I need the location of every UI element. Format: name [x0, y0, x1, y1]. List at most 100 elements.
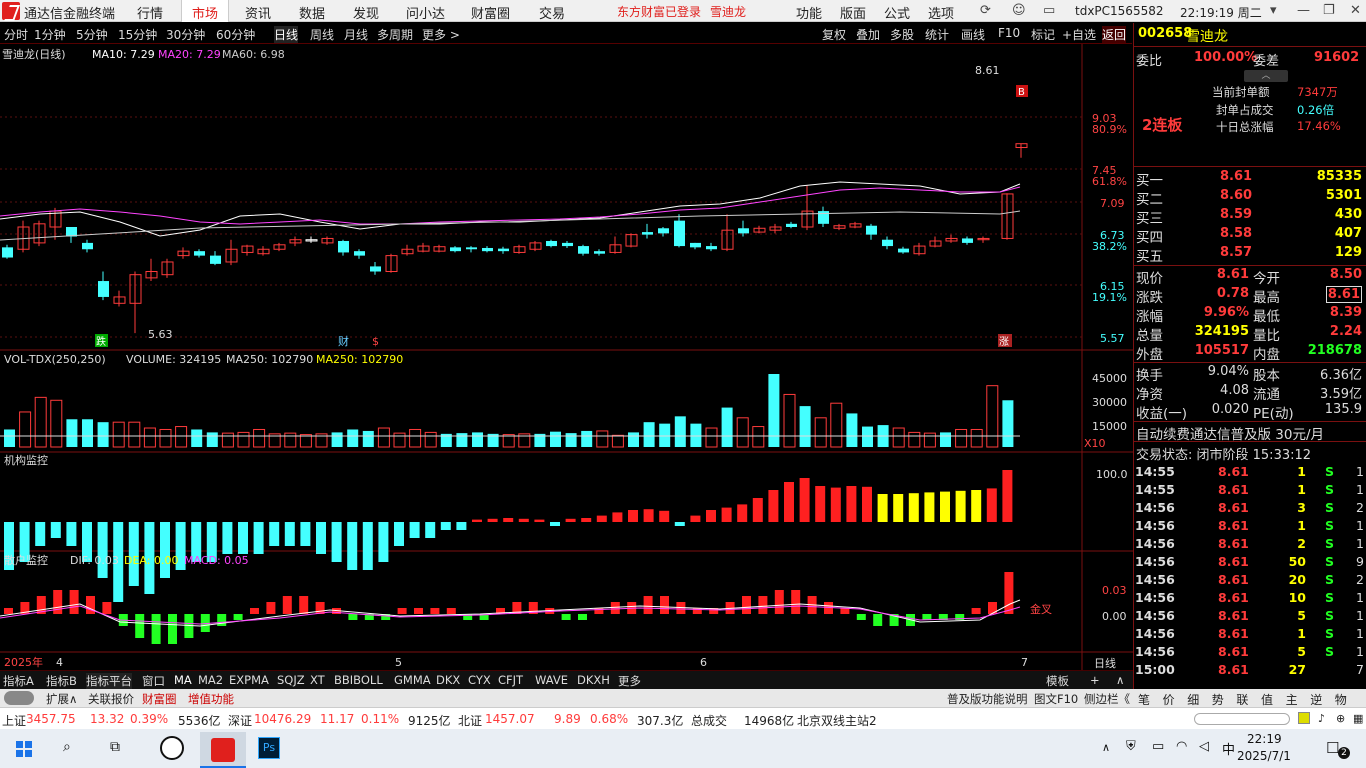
bid-price[interactable]: 8.58	[1220, 226, 1252, 241]
index-sz-name[interactable]: 深证	[228, 712, 252, 729]
bid-price[interactable]: 8.61	[1220, 169, 1252, 184]
tool-diejia[interactable]: 叠加	[856, 26, 880, 43]
tab-1[interactable]: 指标B	[46, 673, 77, 689]
wifi-icon[interactable]: ◠	[1176, 739, 1187, 754]
tool-back[interactable]: 返回	[1102, 26, 1127, 43]
refresh-icon[interactable]: ⟳	[980, 3, 991, 18]
func-zengzhi[interactable]: 增值功能	[188, 691, 234, 707]
menu-faxian[interactable]: 发现	[353, 3, 379, 22]
tool-huaxian[interactable]: 画线	[961, 26, 985, 43]
down-icon[interactable]: ▾	[1270, 3, 1277, 18]
tab-up[interactable]: ∧	[1116, 673, 1124, 687]
period-multi[interactable]: 多周期	[377, 26, 413, 43]
func-f10[interactable]: 图文F10	[1034, 691, 1078, 707]
menu-gongneng[interactable]: 功能	[796, 3, 822, 22]
tab-template[interactable]: 模板	[1046, 673, 1069, 689]
period-more[interactable]: 更多 >	[422, 26, 460, 43]
tab-2[interactable]: 指标平台	[86, 673, 132, 689]
menu-caifuquan[interactable]: 财富圈	[471, 3, 510, 22]
period-15min[interactable]: 15分钟	[118, 26, 157, 43]
side-btn-8[interactable]: 物	[1335, 691, 1347, 708]
tab-5[interactable]: MA2	[198, 673, 223, 687]
menu-xuanxiang[interactable]: 选项	[928, 3, 954, 22]
alert-icon[interactable]	[1298, 712, 1310, 724]
menu-jiaoyi[interactable]: 交易	[539, 3, 565, 22]
side-btn-2[interactable]: 细	[1187, 691, 1199, 708]
period-monthly[interactable]: 月线	[344, 26, 368, 43]
menu-wenxiaoda[interactable]: 问小达	[406, 3, 445, 22]
bid-price[interactable]: 8.57	[1220, 245, 1252, 260]
tdx-taskbar-item[interactable]	[200, 732, 246, 768]
side-btn-3[interactable]: 势	[1212, 691, 1224, 708]
grid-icon[interactable]: ▦	[1353, 712, 1363, 725]
kline-chart-area[interactable]: 9.03 80.9% 7.45 61.8% 7.09 6.73 38.2% 6.…	[0, 44, 1133, 670]
index-sh-name[interactable]: 上证	[2, 712, 26, 729]
screen-icon[interactable]: ▭	[1043, 3, 1055, 18]
menu-hangqing[interactable]: 行情	[137, 3, 163, 22]
func-sidebar[interactable]: 侧边栏《	[1084, 691, 1130, 707]
menu-shuju[interactable]: 数据	[299, 3, 325, 22]
tool-biaoji[interactable]: 标记	[1031, 26, 1055, 43]
tool-zixuan[interactable]: +自选	[1062, 26, 1096, 43]
tab-6[interactable]: EXPMA	[229, 673, 269, 687]
taskbar-time[interactable]: 22:19	[1247, 732, 1282, 746]
tab-10[interactable]: GMMA	[394, 673, 431, 687]
ad-banner[interactable]: 自动续费通达信普及版 30元/月	[1136, 423, 1324, 443]
side-btn-5[interactable]: 值	[1261, 691, 1273, 708]
qq-icon[interactable]	[160, 736, 184, 760]
volume-icon[interactable]: ◁	[1199, 739, 1209, 754]
period-5min[interactable]: 5分钟	[76, 26, 108, 43]
tool-f10[interactable]: F10	[998, 26, 1020, 40]
tool-fuquan[interactable]: 复权	[822, 26, 846, 43]
menu-shichang[interactable]: 市场	[181, 0, 230, 22]
bell-icon[interactable]: ♪	[1318, 712, 1325, 725]
bid-price[interactable]: 8.60	[1220, 188, 1252, 203]
period-30min[interactable]: 30分钟	[166, 26, 205, 43]
side-btn-0[interactable]: 笔	[1138, 691, 1150, 708]
ime-indicator[interactable]: 中	[1222, 739, 1235, 758]
restore-icon[interactable]: ❐	[1323, 3, 1335, 18]
scroll-track[interactable]	[1194, 713, 1290, 725]
windows-start-icon[interactable]	[16, 741, 32, 757]
side-btn-7[interactable]: 逆	[1310, 691, 1322, 708]
side-btn-6[interactable]: 主	[1286, 691, 1298, 708]
tab-3[interactable]: 窗口	[142, 673, 165, 689]
collapse-icon[interactable]: ︿	[1244, 70, 1288, 82]
tab-4[interactable]: MA	[174, 673, 192, 687]
tab-0[interactable]: 指标A	[3, 673, 34, 689]
tab-8[interactable]: XT	[310, 673, 325, 687]
menu-gongshi[interactable]: 公式	[884, 3, 910, 22]
period-weekly[interactable]: 周线	[310, 26, 334, 43]
login-status[interactable]: 东方财富已登录	[617, 3, 701, 20]
func-expand[interactable]: 扩展∧	[46, 691, 77, 707]
tab-add[interactable]: +	[1090, 673, 1100, 687]
login-user[interactable]: 雪迪龙	[710, 3, 746, 20]
tab-7[interactable]: SQJZ	[277, 673, 305, 687]
side-btn-4[interactable]: 联	[1236, 691, 1248, 708]
tray-up-icon[interactable]: ∧	[1102, 741, 1110, 754]
menu-banmian[interactable]: 版面	[840, 3, 866, 22]
tool-tongji[interactable]: 统计	[925, 26, 949, 43]
toggle-switch[interactable]	[4, 691, 34, 705]
index-bz-name[interactable]: 北证	[458, 712, 482, 729]
period-daily[interactable]: 日线	[274, 26, 299, 43]
task-view-icon[interactable]: ⧉	[110, 739, 120, 755]
user-icon[interactable]: ☺	[1012, 3, 1026, 18]
tab-16[interactable]: 更多	[618, 673, 641, 689]
shield-icon[interactable]: ⛨	[1126, 739, 1136, 754]
period-60min[interactable]: 60分钟	[216, 26, 255, 43]
period-fenshi[interactable]: 分时	[4, 26, 28, 43]
link-icon[interactable]: ⊕	[1336, 712, 1345, 725]
close-icon[interactable]: ✕	[1350, 3, 1361, 18]
tab-12[interactable]: CYX	[468, 673, 491, 687]
minimize-icon[interactable]: —	[1297, 3, 1310, 18]
func-related[interactable]: 关联报价	[88, 691, 134, 707]
tab-15[interactable]: DKXH	[577, 673, 610, 687]
server-name[interactable]: 北京双线主站2	[797, 712, 877, 729]
battery-icon[interactable]: ▭	[1152, 739, 1164, 754]
func-caifuquan[interactable]: 财富圈	[142, 691, 177, 707]
tab-11[interactable]: DKX	[436, 673, 460, 687]
bid-price[interactable]: 8.59	[1220, 207, 1252, 222]
side-btn-1[interactable]: 价	[1163, 691, 1175, 708]
taskbar-date[interactable]: 2025/7/1	[1237, 749, 1291, 763]
